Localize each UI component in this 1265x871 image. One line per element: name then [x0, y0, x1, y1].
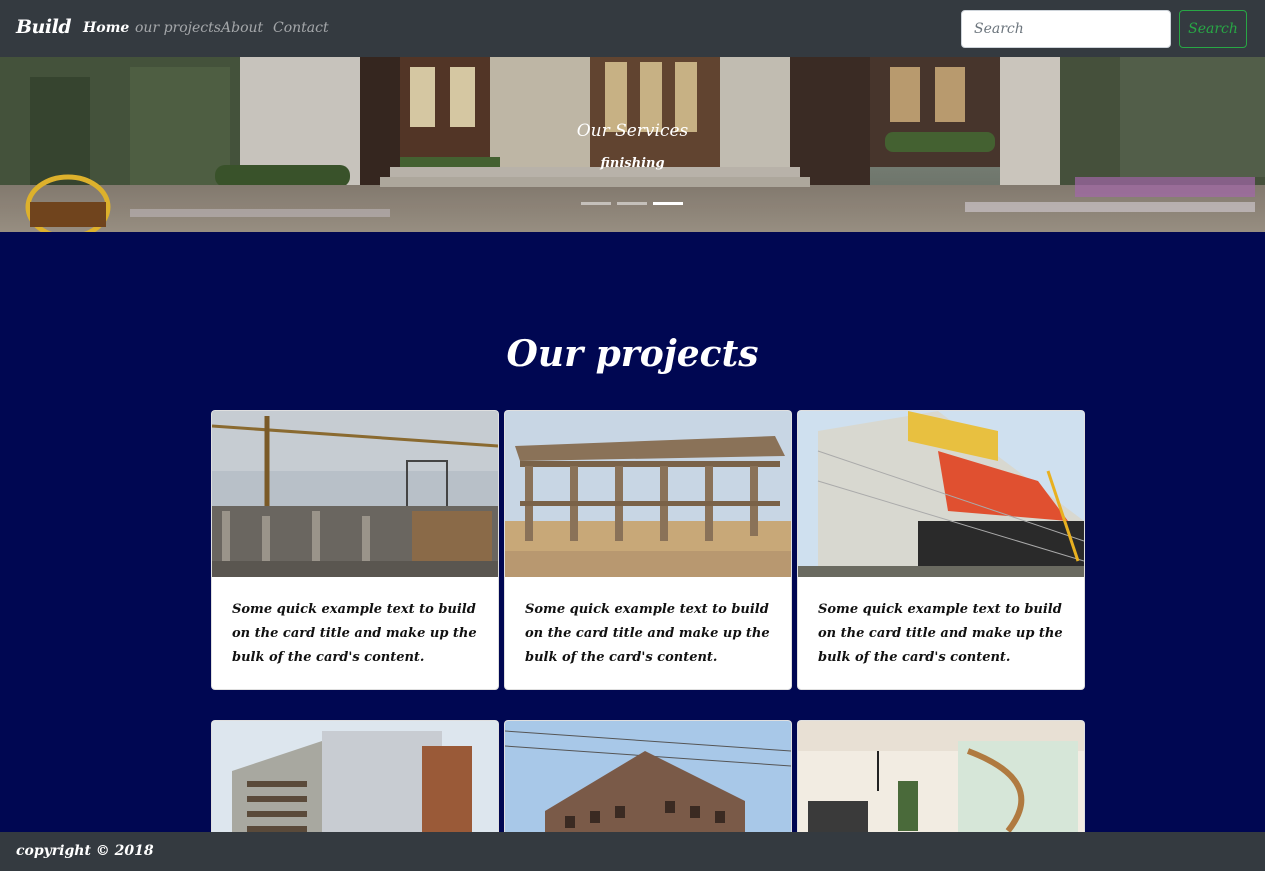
search-button[interactable]: Search	[1179, 10, 1247, 48]
navbar: Build Home our projects About Contact Se…	[0, 0, 1265, 57]
card-image-scaffolding	[798, 411, 1084, 577]
card-text: Some quick example text to build on the …	[232, 602, 477, 665]
nav-link-about[interactable]: About	[221, 20, 263, 36]
copyright-text: copyright © 2018	[16, 843, 154, 859]
card-text: Some quick example text to build on the …	[525, 602, 770, 665]
footer: copyright © 2018	[0, 832, 1265, 871]
carousel-indicator-1[interactable]	[581, 202, 611, 205]
project-card: Some quick example text to build on the …	[211, 410, 499, 690]
carousel-caption-subtitle: finishing	[600, 156, 665, 171]
carousel-slide-image	[0, 57, 1265, 232]
search-input[interactable]	[961, 10, 1171, 48]
card-text: Some quick example text to build on the …	[818, 602, 1063, 665]
carousel-caption-title: Our Services	[576, 121, 689, 141]
card-image-construction-crane	[212, 411, 498, 577]
carousel-indicator-2[interactable]	[617, 202, 647, 205]
nav-link-our-projects[interactable]: our projects	[135, 20, 221, 36]
brand-logo[interactable]: Build	[16, 16, 72, 38]
carousel-indicator-3[interactable]	[653, 202, 683, 205]
project-card: Some quick example text to build on the …	[504, 410, 792, 690]
card-image-concrete-frame	[505, 411, 791, 577]
nav-link-home[interactable]: Home	[83, 20, 129, 36]
section-title: Our projects	[506, 333, 759, 375]
nav-link-contact[interactable]: Contact	[273, 20, 329, 36]
hero-carousel[interactable]: Our Services finishing	[0, 57, 1265, 232]
project-card: Some quick example text to build on the …	[797, 410, 1085, 690]
